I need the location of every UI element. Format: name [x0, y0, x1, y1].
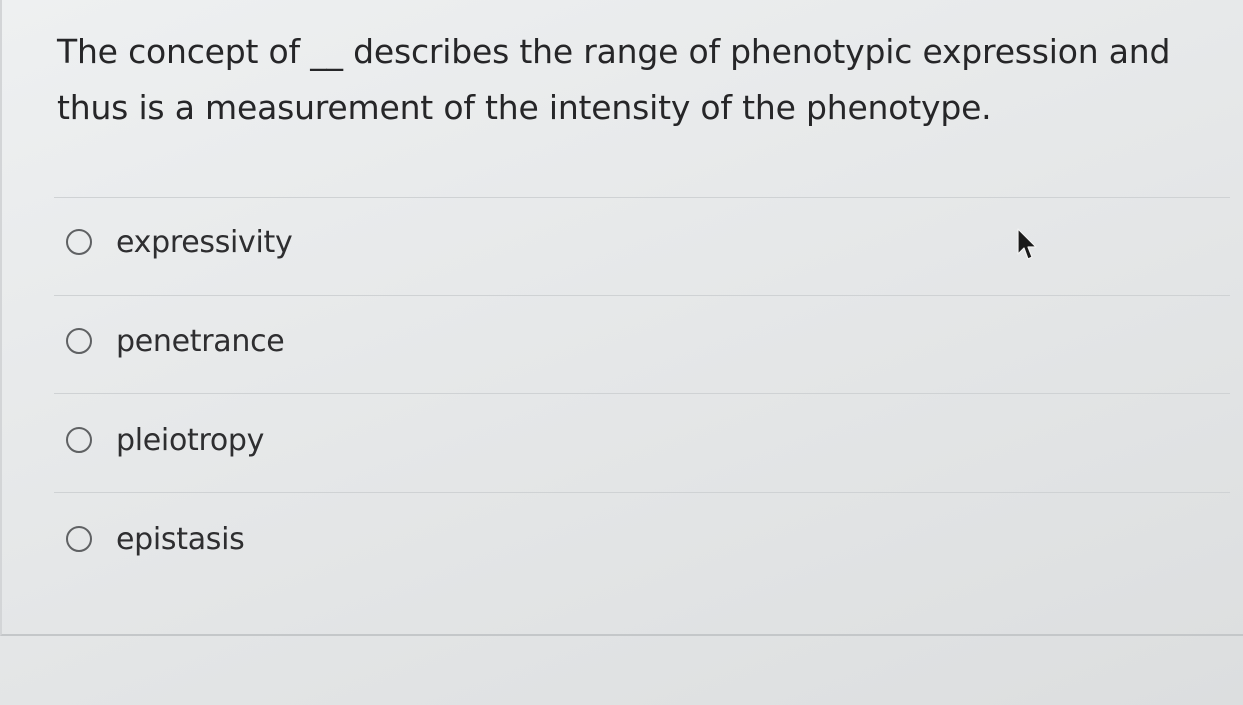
question-card: The concept of __ describes the range of… — [0, 0, 1243, 636]
question-text: The concept of __ describes the range of… — [57, 32, 1171, 127]
option-epistasis[interactable]: epistasis — [66, 519, 245, 559]
divider — [54, 492, 1230, 493]
option-expressivity[interactable]: expressivity — [66, 222, 293, 262]
radio-button[interactable] — [66, 328, 92, 354]
divider — [54, 393, 1230, 394]
divider — [54, 197, 1230, 198]
page-footer-area — [0, 638, 1243, 705]
radio-button[interactable] — [66, 229, 92, 255]
option-label: penetrance — [116, 323, 285, 359]
radio-button[interactable] — [66, 427, 92, 453]
option-pleiotropy[interactable]: pleiotropy — [66, 420, 264, 460]
radio-button[interactable] — [66, 526, 92, 552]
divider — [54, 295, 1230, 296]
arrow-pointer-icon — [1017, 228, 1037, 260]
option-penetrance[interactable]: penetrance — [66, 321, 285, 361]
option-label: expressivity — [116, 224, 293, 260]
option-label: epistasis — [116, 521, 245, 557]
option-label: pleiotropy — [116, 422, 265, 458]
